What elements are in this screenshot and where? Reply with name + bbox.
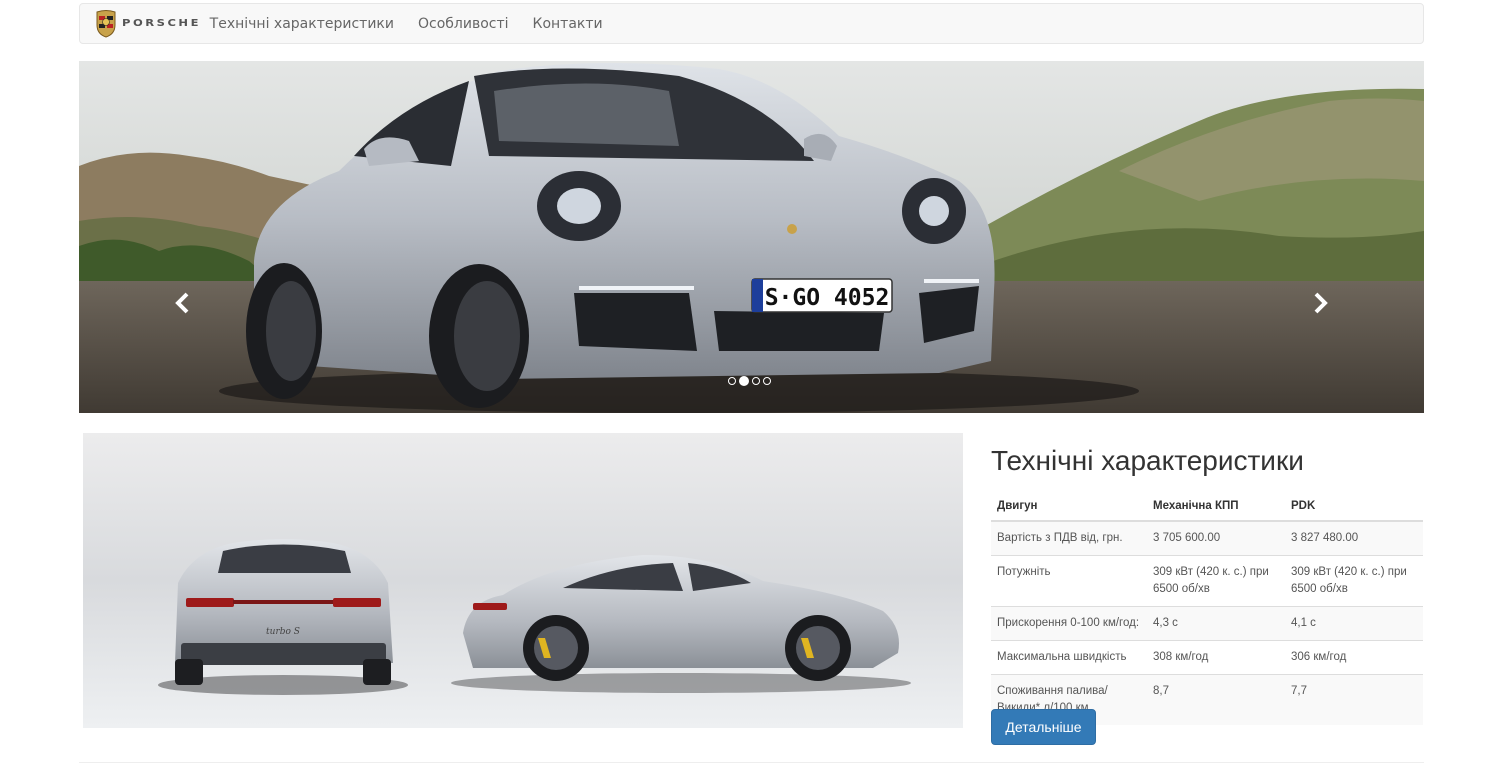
table-row: Потужніть 309 кВт (420 к. с.) при 6500 о… [991,555,1423,607]
carousel-indicator-2[interactable] [739,376,749,386]
nav-links: Технічні характеристики Особливості Конт… [210,16,627,32]
nav-item-specs[interactable]: Технічні характеристики [210,16,394,32]
chevron-left-icon [175,292,189,314]
navbar: PORSCHE Технічні характеристики Особливо… [79,3,1424,44]
table-cell: 3 827 480.00 [1285,520,1423,556]
table-cell: 309 кВт (420 к. с.) при 6500 об/хв [1147,555,1285,607]
table-cell: 309 кВт (420 к. с.) при 6500 об/хв [1285,555,1423,607]
table-cell: 308 км/год [1147,640,1285,675]
brand-logo[interactable]: PORSCHE [95,4,198,43]
carousel-indicator-4[interactable] [763,377,771,385]
table-cell: Прискорення 0-100 км/год: [991,606,1147,641]
showcase-image: turbo S [83,433,963,728]
plate-text: S·GO 4052 [765,285,890,311]
divider [79,762,1424,763]
turbo-s-cars-image: turbo S [83,433,963,728]
porsche-crest-icon [96,10,116,38]
table-cell: Потужніть [991,555,1147,607]
column-header: Двигун [991,493,1147,522]
specs-title: Технічні характеристики [991,445,1304,476]
table-cell: 8,7 [1147,674,1285,725]
turbo-s-badge: turbo S [266,627,300,637]
table-cell: Вартість з ПДВ від, грн. [991,520,1147,556]
specs-table: Двигун Механічна КПП PDK Вартість з ПДВ … [991,493,1423,725]
carousel-indicator-1[interactable] [728,377,736,385]
table-cell: 306 км/год [1285,640,1423,675]
carousel-prev-button[interactable] [162,283,202,323]
table-cell: 4,3 с [1147,606,1285,641]
hero-slide-image: S·GO 4052 [79,61,1424,413]
table-row: Прискорення 0-100 км/год: 4,3 с 4,1 с [991,606,1423,641]
nav-item-contacts[interactable]: Контакти [533,16,603,32]
carousel-indicator-3[interactable] [752,377,760,385]
table-cell: 3 705 600.00 [1147,520,1285,556]
table-header-row: Двигун Механічна КПП PDK [991,493,1423,522]
chevron-right-icon [1314,292,1328,314]
details-button[interactable]: Детальніше [991,709,1096,745]
table-cell: 4,1 с [1285,606,1423,641]
specs-section: Технічні характеристики Двигун Механічна… [991,440,1423,725]
table-cell: Максимальна швидкість [991,640,1147,675]
hero-carousel[interactable]: S·GO 4052 [79,61,1424,413]
brand-wordmark: PORSCHE [122,18,201,29]
nav-item-features[interactable]: Особливості [418,16,509,32]
carousel-indicators [728,376,771,386]
table-row: Вартість з ПДВ від, грн. 3 705 600.00 3 … [991,520,1423,556]
carousel-next-button[interactable] [1301,283,1341,323]
column-header: PDK [1285,493,1423,522]
table-row: Максимальна швидкість 308 км/год 306 км/… [991,640,1423,675]
table-cell: 7,7 [1285,674,1423,725]
column-header: Механічна КПП [1147,493,1285,522]
